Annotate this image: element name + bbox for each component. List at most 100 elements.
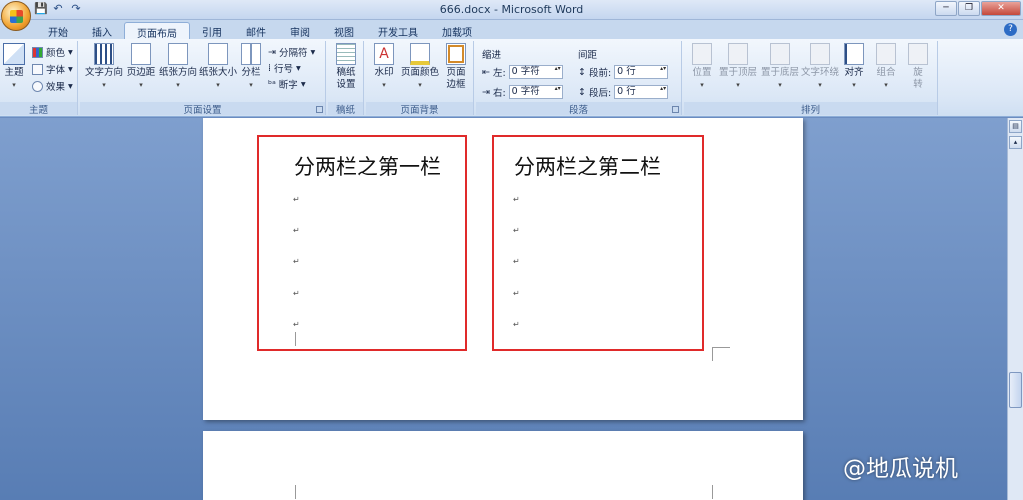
group-button[interactable]: 组合 ▾ [872,43,900,91]
page-borders-icon [446,43,466,65]
page-borders-button[interactable]: 页面 边框 [442,43,470,91]
tab-5[interactable]: 邮件 [234,22,278,39]
vertical-scrollbar[interactable]: ▤ ▴ [1007,118,1023,500]
source-watermark: @地瓜说机 [843,456,958,482]
spacing-after-row: ↕ 段后: 0 行 [578,85,669,99]
title-bar: 💾 ↶ ↷ 666.docx - Microsoft Word ─ ❐ ✕ [0,0,1023,31]
indent-right-icon: ⇥ [482,86,490,98]
theme-colors-button[interactable]: 颜色 ▾ [32,45,73,59]
spacing-before-field[interactable]: 0 行 [614,65,669,79]
orientation-label: 纸张方向 [158,67,197,78]
breaks-icon: ⇥ [268,46,276,58]
crop-mark [712,485,730,499]
breaks-button[interactable]: ⇥ 分隔符 ▾ [268,45,315,60]
line-numbers-button[interactable]: ⁞ 行号 ▾ [268,61,301,76]
rotate-button[interactable]: 旋 转 [904,43,932,91]
margins-label: 页边距 [126,67,156,78]
tab-3[interactable]: 页面布局 [124,22,190,40]
spacing-title: 间距 [578,50,598,61]
theme-group: 主题 ▾ 颜色 ▾ 字体 ▾ 效果 ▾ 主题 [0,41,78,116]
tab-4[interactable]: 引用 [190,22,234,39]
page-setup-group-label: 页面设置 [80,102,325,116]
tab-1[interactable]: 开始 [36,22,80,39]
text-direction-label: 文字方向 [84,67,123,78]
minimize-button[interactable]: ─ [935,1,957,16]
theme-effects-button[interactable]: 效果 ▾ [32,79,73,93]
indent-left-label: 左: [492,68,506,79]
paragraph-mark: ↵ [293,195,300,204]
hyphenation-button[interactable]: ᵇᵃ 断字 ▾ [268,77,306,92]
paragraph-mark: ↵ [513,226,520,235]
tab-2[interactable]: 插入 [80,22,124,39]
scroll-thumb[interactable] [1009,372,1022,408]
page-setup-launcher-icon[interactable] [316,106,323,113]
help-icon[interactable]: ? [1004,23,1017,36]
draft-paper-icon [336,43,356,65]
send-to-back-icon [770,43,790,65]
palette-icon [32,46,43,58]
orientation-icon [168,43,188,65]
align-button[interactable]: 对齐 ▾ [840,43,868,91]
theme-colors-label: 颜色 [46,48,66,59]
document-workspace[interactable]: 分两栏之第一栏 ↵ ↵ ↵ ↵ ↵ 分两栏之第二栏 ↵ ↵ ↵ ↵ ↵ [0,118,1007,500]
rotate-label-1: 旋 [913,67,923,78]
tab-6[interactable]: 审阅 [278,22,322,39]
column-1-text[interactable]: 分两栏之第一栏 [294,151,441,181]
tab-7[interactable]: 视图 [322,22,366,39]
indent-title: 缩进 [482,50,502,61]
columns-button[interactable]: 分栏 ▾ [238,43,264,91]
indent-right-row: ⇥ 右: 0 字符 [482,85,563,99]
paragraph-mark: ↵ [293,289,300,298]
bring-to-front-button[interactable]: 置于顶层 ▾ [718,43,758,91]
draft-setup-button[interactable]: 稿纸 设置 [330,43,362,91]
ruler-toggle-icon[interactable]: ▤ [1009,120,1022,133]
watermark-label: 水印 [374,67,394,78]
orientation-button[interactable]: 纸张方向 ▾ [158,43,198,91]
position-label: 位置 [692,67,712,78]
indent-left-field[interactable]: 0 字符 [508,65,563,79]
ribbon-tabs: 开始 插入 页面布局 引用 邮件 审阅 视图 开发工具 加载项 [36,22,484,40]
restore-button[interactable]: ❐ [958,1,980,16]
line-numbers-label: 行号 [274,64,294,75]
close-button[interactable]: ✕ [981,1,1021,16]
position-button[interactable]: 位置 ▾ [688,43,716,91]
paragraph-mark: ↵ [293,226,300,235]
paragraph-launcher-icon[interactable] [672,106,679,113]
theme-group-label: 主题 [0,102,77,116]
spacing-after-field[interactable]: 0 行 [614,85,669,99]
theme-button[interactable]: 主题 ▾ [2,43,26,91]
send-to-back-button[interactable]: 置于底层 ▾ [760,43,800,91]
theme-fonts-button[interactable]: 字体 ▾ [32,62,73,76]
margins-button[interactable]: 页边距 ▾ [124,43,158,91]
crop-mark [712,347,730,361]
indent-right-field[interactable]: 0 字符 [508,85,563,99]
page-size-button[interactable]: 纸张大小 ▾ [198,43,238,91]
document-page[interactable]: 分两栏之第一栏 ↵ ↵ ↵ ↵ ↵ 分两栏之第二栏 ↵ ↵ ↵ ↵ ↵ [203,118,803,420]
line-numbers-icon: ⁞ [268,62,272,74]
office-button[interactable] [1,1,31,31]
spacing-before-row: ↕ 段前: 0 行 [578,65,669,79]
draft-group-label: 稿纸 [328,102,363,116]
text-direction-button[interactable]: 文字方向 ▾ [84,43,124,91]
position-icon [692,43,712,65]
paragraph-group: 缩进 ⇤左: 0 字符 ⇥右: 0 字符 间距 ↕段前: 0 行 ↕段后: 0 … [476,41,682,116]
ribbon: 主题 ▾ 颜色 ▾ 字体 ▾ 效果 ▾ 主题 文字方向 ▾ 页边距 ▾ 纸张方向 ▾ 纸张大… [0,39,1023,117]
page-color-button[interactable]: 页面颜色 ▾ [400,43,440,91]
page-borders-label-1: 页面 [446,67,466,78]
indent-left-icon: ⇤ [482,66,490,78]
column-2-text[interactable]: 分两栏之第二栏 [514,151,661,181]
tab-8[interactable]: 开发工具 [366,22,430,39]
tab-9[interactable]: 加载项 [430,22,484,39]
next-document-page[interactable] [203,431,803,500]
spacing-after-label: 段后: [588,88,612,99]
rotate-icon [908,43,928,65]
text-wrap-button[interactable]: 文字环绕 ▾ [800,43,840,91]
paragraph-mark: ↵ [513,320,520,329]
watermark-button[interactable]: A 水印 ▾ [370,43,398,91]
align-icon [844,43,864,65]
paragraph-mark: ↵ [513,289,520,298]
scroll-up-icon[interactable]: ▴ [1009,136,1022,149]
theme-effects-label: 效果 [46,82,66,93]
hyphenation-label: 断字 [278,80,298,91]
paragraph-mark: ↵ [293,320,300,329]
